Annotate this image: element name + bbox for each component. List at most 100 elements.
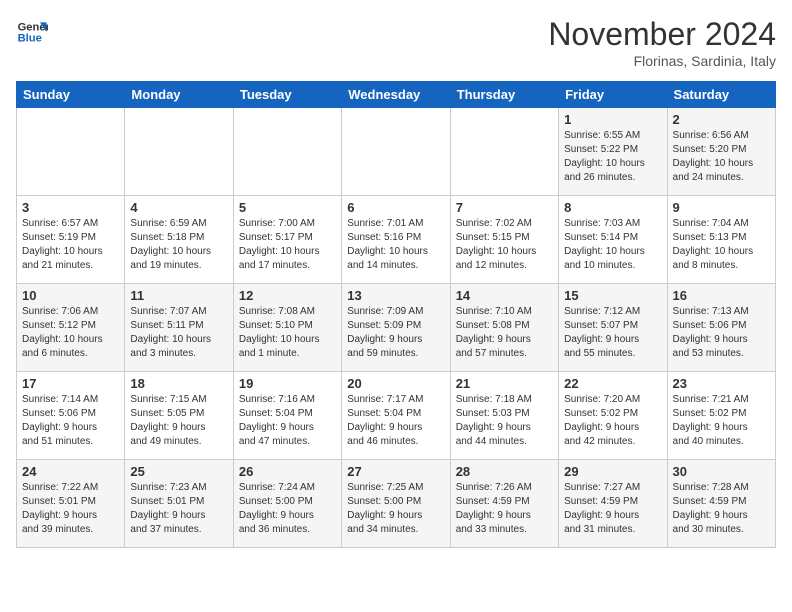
day-number: 1 (564, 112, 661, 127)
calendar-cell: 18 Sunrise: 7:15 AM Sunset: 5:05 PM Dayli… (125, 372, 233, 460)
calendar-cell: 30Sunrise: 7:28 AM Sunset: 4:59 PM Dayli… (667, 460, 775, 548)
day-number: 19 (239, 376, 336, 391)
day-number: 24 (22, 464, 119, 479)
day-info: Sunrise: 7:12 AM Sunset: 5:07 PM Dayligh… (564, 305, 661, 361)
calendar-cell: 13 Sunrise: 7:09 AM Sunset: 5:09 PM Dayli… (342, 284, 450, 372)
day-info: Sunrise: 7:22 AM Sunset: 5:01 PM Dayligh… (22, 481, 119, 537)
header-row: SundayMondayTuesdayWednesdayThursdayFrid… (17, 82, 776, 108)
calendar-cell: 17 Sunrise: 7:14 AM Sunset: 5:06 PM Dayli… (17, 372, 125, 460)
header-friday: Friday (559, 82, 667, 108)
day-number: 8 (564, 200, 661, 215)
calendar-cell: 7Sunrise: 7:02 AM Sunset: 5:15 PM Daylig… (450, 196, 558, 284)
day-info: Sunrise: 7:08 AM Sunset: 5:10 PM Dayligh… (239, 305, 336, 361)
day-number: 20 (347, 376, 444, 391)
calendar-cell: 9Sunrise: 7:04 AM Sunset: 5:13 PM Daylig… (667, 196, 775, 284)
calendar-body: 1 Sunrise: 6:55 AM Sunset: 5:22 PM Daylig… (17, 108, 776, 548)
day-number: 7 (456, 200, 553, 215)
day-number: 6 (347, 200, 444, 215)
calendar-cell: 14Sunrise: 7:10 AM Sunset: 5:08 PM Dayli… (450, 284, 558, 372)
day-info: Sunrise: 7:01 AM Sunset: 5:16 PM Dayligh… (347, 217, 444, 273)
calendar-cell: 12 Sunrise: 7:08 AM Sunset: 5:10 PM Dayli… (233, 284, 341, 372)
day-number: 2 (673, 112, 770, 127)
day-info: Sunrise: 7:20 AM Sunset: 5:02 PM Dayligh… (564, 393, 661, 449)
day-info: Sunrise: 7:18 AM Sunset: 5:03 PM Dayligh… (456, 393, 553, 449)
day-info: Sunrise: 7:23 AM Sunset: 5:01 PM Dayligh… (130, 481, 227, 537)
day-number: 13 (347, 288, 444, 303)
day-number: 3 (22, 200, 119, 215)
calendar-header: SundayMondayTuesdayWednesdayThursdayFrid… (17, 82, 776, 108)
calendar-cell (233, 108, 341, 196)
title-area: November 2024 Florinas, Sardinia, Italy (548, 16, 776, 69)
calendar-cell: 3 Sunrise: 6:57 AM Sunset: 5:19 PM Daylig… (17, 196, 125, 284)
day-info: Sunrise: 7:21 AM Sunset: 5:02 PM Dayligh… (673, 393, 770, 449)
calendar-cell: 5Sunrise: 7:00 AM Sunset: 5:17 PM Daylig… (233, 196, 341, 284)
logo: General Blue (16, 16, 48, 48)
week-row-2: 10 Sunrise: 7:06 AM Sunset: 5:12 PM Dayli… (17, 284, 776, 372)
calendar-cell: 21 Sunrise: 7:18 AM Sunset: 5:03 PM Dayli… (450, 372, 558, 460)
week-row-4: 24 Sunrise: 7:22 AM Sunset: 5:01 PM Dayli… (17, 460, 776, 548)
calendar-cell: 10 Sunrise: 7:06 AM Sunset: 5:12 PM Dayli… (17, 284, 125, 372)
calendar-cell: 28 Sunrise: 7:26 AM Sunset: 4:59 PM Dayli… (450, 460, 558, 548)
day-number: 11 (130, 288, 227, 303)
month-title: November 2024 (548, 16, 776, 53)
day-info: Sunrise: 7:17 AM Sunset: 5:04 PM Dayligh… (347, 393, 444, 449)
day-number: 5 (239, 200, 336, 215)
calendar-table: SundayMondayTuesdayWednesdayThursdayFrid… (16, 81, 776, 548)
header-thursday: Thursday (450, 82, 558, 108)
day-number: 4 (130, 200, 227, 215)
calendar-cell: 20 Sunrise: 7:17 AM Sunset: 5:04 PM Dayli… (342, 372, 450, 460)
day-info: Sunrise: 7:06 AM Sunset: 5:12 PM Dayligh… (22, 305, 119, 361)
calendar-cell (450, 108, 558, 196)
calendar-cell: 25 Sunrise: 7:23 AM Sunset: 5:01 PM Dayli… (125, 460, 233, 548)
day-number: 21 (456, 376, 553, 391)
day-info: Sunrise: 7:04 AM Sunset: 5:13 PM Dayligh… (673, 217, 770, 273)
calendar-cell: 23 Sunrise: 7:21 AM Sunset: 5:02 PM Dayli… (667, 372, 775, 460)
day-number: 26 (239, 464, 336, 479)
calendar-cell: 6 Sunrise: 7:01 AM Sunset: 5:16 PM Daylig… (342, 196, 450, 284)
day-number: 22 (564, 376, 661, 391)
day-info: Sunrise: 7:26 AM Sunset: 4:59 PM Dayligh… (456, 481, 553, 537)
header-monday: Monday (125, 82, 233, 108)
day-number: 17 (22, 376, 119, 391)
day-info: Sunrise: 6:59 AM Sunset: 5:18 PM Dayligh… (130, 217, 227, 273)
day-number: 18 (130, 376, 227, 391)
day-number: 12 (239, 288, 336, 303)
day-info: Sunrise: 7:10 AM Sunset: 5:08 PM Dayligh… (456, 305, 553, 361)
header-tuesday: Tuesday (233, 82, 341, 108)
day-info: Sunrise: 6:56 AM Sunset: 5:20 PM Dayligh… (673, 129, 770, 185)
day-number: 29 (564, 464, 661, 479)
subtitle: Florinas, Sardinia, Italy (548, 53, 776, 69)
calendar-cell (17, 108, 125, 196)
calendar-cell (125, 108, 233, 196)
calendar-cell: 19Sunrise: 7:16 AM Sunset: 5:04 PM Dayli… (233, 372, 341, 460)
day-number: 25 (130, 464, 227, 479)
calendar-cell: 1 Sunrise: 6:55 AM Sunset: 5:22 PM Daylig… (559, 108, 667, 196)
calendar-cell: 15 Sunrise: 7:12 AM Sunset: 5:07 PM Dayli… (559, 284, 667, 372)
calendar-cell: 29Sunrise: 7:27 AM Sunset: 4:59 PM Dayli… (559, 460, 667, 548)
logo-icon: General Blue (16, 16, 48, 48)
calendar-cell (342, 108, 450, 196)
calendar-cell: 26Sunrise: 7:24 AM Sunset: 5:00 PM Dayli… (233, 460, 341, 548)
page-header: General Blue November 2024 Florinas, Sar… (16, 16, 776, 69)
day-number: 10 (22, 288, 119, 303)
day-number: 28 (456, 464, 553, 479)
calendar-cell: 8Sunrise: 7:03 AM Sunset: 5:14 PM Daylig… (559, 196, 667, 284)
day-info: Sunrise: 6:55 AM Sunset: 5:22 PM Dayligh… (564, 129, 661, 185)
day-info: Sunrise: 7:09 AM Sunset: 5:09 PM Dayligh… (347, 305, 444, 361)
calendar-cell: 4 Sunrise: 6:59 AM Sunset: 5:18 PM Daylig… (125, 196, 233, 284)
calendar-cell: 11 Sunrise: 7:07 AM Sunset: 5:11 PM Dayli… (125, 284, 233, 372)
day-info: Sunrise: 7:28 AM Sunset: 4:59 PM Dayligh… (673, 481, 770, 537)
day-number: 16 (673, 288, 770, 303)
calendar-cell: 27Sunrise: 7:25 AM Sunset: 5:00 PM Dayli… (342, 460, 450, 548)
calendar-cell: 2 Sunrise: 6:56 AM Sunset: 5:20 PM Daylig… (667, 108, 775, 196)
week-row-3: 17 Sunrise: 7:14 AM Sunset: 5:06 PM Dayli… (17, 372, 776, 460)
day-info: Sunrise: 7:07 AM Sunset: 5:11 PM Dayligh… (130, 305, 227, 361)
day-number: 27 (347, 464, 444, 479)
day-info: Sunrise: 6:57 AM Sunset: 5:19 PM Dayligh… (22, 217, 119, 273)
day-number: 15 (564, 288, 661, 303)
day-number: 23 (673, 376, 770, 391)
header-saturday: Saturday (667, 82, 775, 108)
week-row-0: 1 Sunrise: 6:55 AM Sunset: 5:22 PM Daylig… (17, 108, 776, 196)
day-info: Sunrise: 7:15 AM Sunset: 5:05 PM Dayligh… (130, 393, 227, 449)
day-info: Sunrise: 7:14 AM Sunset: 5:06 PM Dayligh… (22, 393, 119, 449)
